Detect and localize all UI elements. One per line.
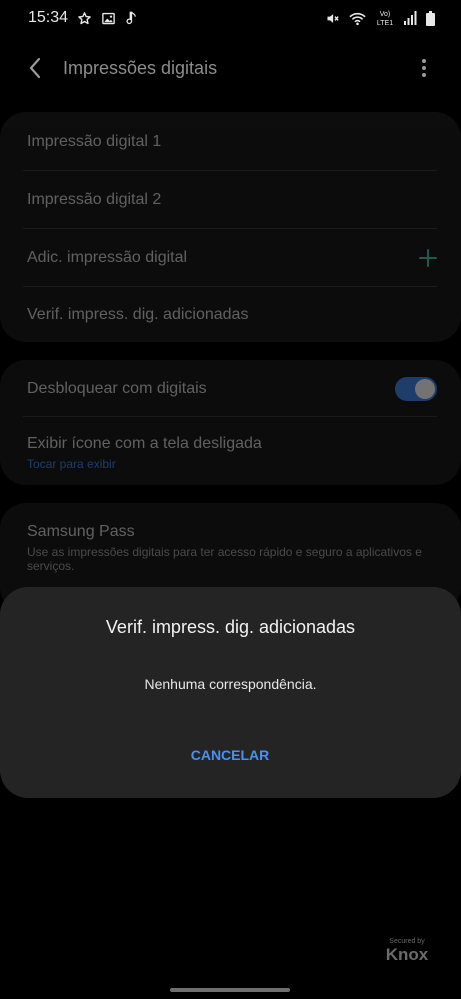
signal-icon [404,11,417,25]
dialog-message: Nenhuma correspondência. [144,676,317,692]
check-fingerprints-item[interactable]: Verif. impress. dig. adicionadas [27,306,437,324]
svg-text:Vo): Vo) [380,11,391,18]
unlock-with-fingerprint-label: Desbloquear com digitais [27,380,207,397]
show-icon-screen-off-label: Exibir ícone com a tela desligada [27,435,262,452]
fingerprints-card: Impressão digital 1 Impressão digital 2 … [0,112,461,342]
wifi-icon [349,12,366,25]
chevron-left-icon[interactable] [22,54,50,82]
tap-to-show-link[interactable]: Tocar para exibir [27,457,437,471]
cancel-button[interactable]: CANCELAR [160,737,300,773]
unlock-with-fingerprint-item[interactable]: Desbloquear com digitais [27,377,437,401]
plus-icon[interactable] [417,247,439,269]
samsung-pass-title: Samsung Pass [27,523,135,540]
status-left: 15:34 [28,9,138,27]
samsung-pass-description: Use as impressões digitais para ter aces… [27,545,422,573]
knox-brand: Knox [385,945,429,964]
page-title: Impressões digitais [63,58,218,78]
add-fingerprint-label: Adic. impressão digital [27,249,188,266]
fingerprint-1-label: Impressão digital 1 [27,133,162,150]
image-icon [102,12,115,24]
status-time: 15:34 [28,9,69,26]
check-fingerprints-label: Verif. impress. dig. adicionadas [27,306,249,323]
status-right: Vo) LTE1 [325,9,435,27]
verify-fingerprint-dialog: Verif. impress. dig. adicionadas Nenhuma… [0,587,461,798]
toggle-knob [415,379,435,399]
divider [23,286,437,287]
show-icon-screen-off-item[interactable]: Exibir ícone com a tela desligada Tocar … [27,435,437,471]
divider [23,228,437,229]
fingerprint-1-item[interactable]: Impressão digital 1 [27,133,437,151]
unlock-toggle[interactable] [395,377,437,401]
svg-text:LTE1: LTE1 [377,20,393,27]
add-fingerprint-item[interactable]: Adic. impressão digital [27,249,437,267]
more-vertical-icon[interactable] [414,54,434,82]
fingerprint-2-label: Impressão digital 2 [27,191,162,208]
knox-logo: Secured by Knox [381,937,433,964]
divider [23,416,437,417]
home-indicator[interactable] [170,988,290,992]
music-note-icon [126,11,136,24]
samsung-pass-item: Samsung Pass Use as impressões digitais … [27,523,437,573]
status-bar: 15:34 Vo) LTE1 [0,0,461,36]
options-card: Desbloquear com digitais Exibir ícone co… [0,360,461,485]
app-bar: Impressões digitais [0,48,461,88]
star-icon [78,11,91,24]
fingerprint-2-item[interactable]: Impressão digital 2 [27,191,437,209]
battery-icon [426,10,435,26]
dialog-title: Verif. impress. dig. adicionadas [105,617,356,637]
volte-lte-icon: Vo) LTE1 [377,11,393,27]
divider [23,170,437,171]
mute-icon [327,13,339,23]
